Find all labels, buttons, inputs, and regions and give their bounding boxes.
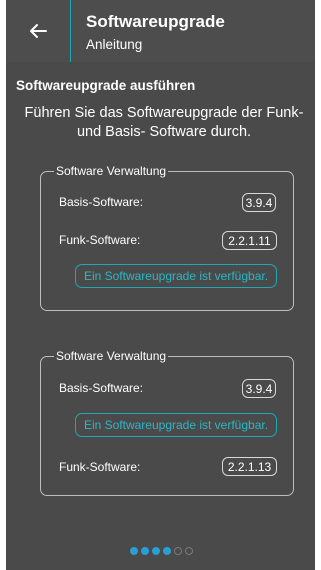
- page-dot: [174, 547, 182, 555]
- software-management-card: Software Verwaltung Basis-Software: 3.9.…: [40, 349, 294, 496]
- software-management-card: Software Verwaltung Basis-Software: 3.9.…: [40, 164, 294, 311]
- arrow-left-icon: [30, 24, 47, 38]
- funk-software-label: Funk-Software:: [59, 460, 141, 474]
- basis-software-label: Basis-Software:: [59, 195, 144, 209]
- basis-software-version: 3.9.4: [242, 193, 276, 212]
- page-title: Softwareupgrade: [86, 12, 225, 31]
- page-dot: [163, 547, 171, 555]
- section-title: Softwareupgrade ausführen: [16, 78, 196, 93]
- upgrade-available-button[interactable]: Ein Softwareupgrade ist verfügbar.: [75, 413, 277, 437]
- intro-text: Führen Sie das Softwareupgrade der Funk-…: [24, 105, 304, 140]
- basis-software-version: 3.9.4: [242, 379, 276, 398]
- funk-software-label: Funk-Software:: [59, 233, 141, 247]
- app-screen: Softwareupgrade Anleitung Softwareupgrad…: [6, 0, 315, 570]
- page-subtitle: Anleitung: [86, 37, 143, 52]
- back-button[interactable]: [6, 0, 70, 62]
- app-header: Softwareupgrade Anleitung: [6, 0, 315, 62]
- basis-software-label: Basis-Software:: [59, 381, 144, 395]
- page-dot: [152, 547, 160, 555]
- header-divider: [70, 0, 71, 62]
- card-legend: Software Verwaltung: [54, 349, 169, 363]
- funk-software-version: 2.2.1.11: [222, 231, 277, 250]
- page-dot: [130, 547, 138, 555]
- page-indicator: [130, 547, 193, 555]
- upgrade-available-button[interactable]: Ein Softwareupgrade ist verfügbar.: [75, 264, 277, 288]
- page-dot: [141, 547, 149, 555]
- page-dot: [185, 547, 193, 555]
- funk-software-version: 2.2.1.13: [222, 457, 277, 476]
- card-legend: Software Verwaltung: [54, 164, 169, 178]
